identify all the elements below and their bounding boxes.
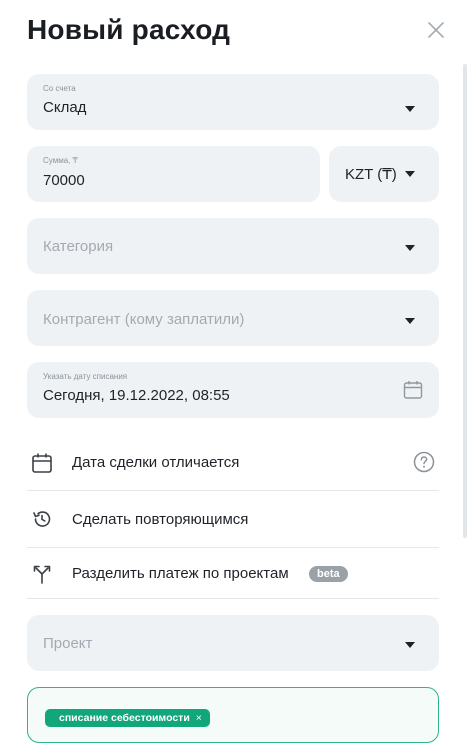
counterparty-select[interactable]: Контрагент (кому заплатили) <box>27 290 439 346</box>
project-select[interactable]: Проект <box>27 615 439 671</box>
calendar-icon[interactable] <box>403 380 423 400</box>
currency-value: KZT (₸) <box>345 166 397 183</box>
deal-date-label: Дата сделки отличается <box>72 454 240 471</box>
recurring-label: Сделать повторяющимся <box>72 511 249 528</box>
tag-chip: списание себестоимости × <box>45 709 210 727</box>
chevron-down-icon <box>405 171 415 177</box>
tag-label: списание себестоимости <box>59 712 190 724</box>
chevron-down-icon <box>405 318 415 324</box>
writeoff-date-label: Указать дату списания <box>43 372 128 381</box>
scrollbar[interactable] <box>463 64 467 538</box>
beta-badge: beta <box>309 566 348 582</box>
deal-date-option[interactable]: Дата сделки отличается <box>27 434 439 490</box>
account-select[interactable]: Со счета Склад <box>27 74 439 130</box>
tags-input[interactable]: списание себестоимости × <box>27 687 439 743</box>
close-icon[interactable] <box>426 20 446 40</box>
account-label: Со счета <box>43 84 76 93</box>
writeoff-date-field[interactable]: Указать дату списания Сегодня, 19.12.202… <box>27 362 439 418</box>
category-select[interactable]: Категория <box>27 218 439 274</box>
chevron-down-icon <box>405 245 415 251</box>
help-icon[interactable] <box>413 451 435 473</box>
split-icon <box>33 565 51 584</box>
chevron-down-icon <box>405 106 415 112</box>
account-value: Склад <box>43 99 87 116</box>
split-option[interactable]: Разделить платеж по проектам beta <box>27 548 439 604</box>
currency-select[interactable]: KZT (₸) <box>329 146 439 202</box>
writeoff-date-value: Сегодня, 19.12.2022, 08:55 <box>43 387 230 404</box>
remove-tag-icon[interactable]: × <box>196 712 202 724</box>
project-placeholder: Проект <box>43 635 93 652</box>
page-title: Новый расход <box>27 14 231 45</box>
divider <box>27 598 439 599</box>
split-label: Разделить платеж по проектам <box>72 565 289 582</box>
chevron-down-icon <box>405 642 415 648</box>
calendar-icon <box>32 453 52 473</box>
history-icon <box>33 511 51 527</box>
amount-label: Сумма, ₸ <box>43 156 78 165</box>
category-placeholder: Категория <box>43 238 114 255</box>
amount-field[interactable]: Сумма, ₸ 70000 <box>27 146 320 202</box>
recurring-option[interactable]: Сделать повторяющимся <box>27 491 439 547</box>
amount-value: 70000 <box>43 172 85 189</box>
counterparty-placeholder: Контрагент (кому заплатили) <box>43 311 245 328</box>
